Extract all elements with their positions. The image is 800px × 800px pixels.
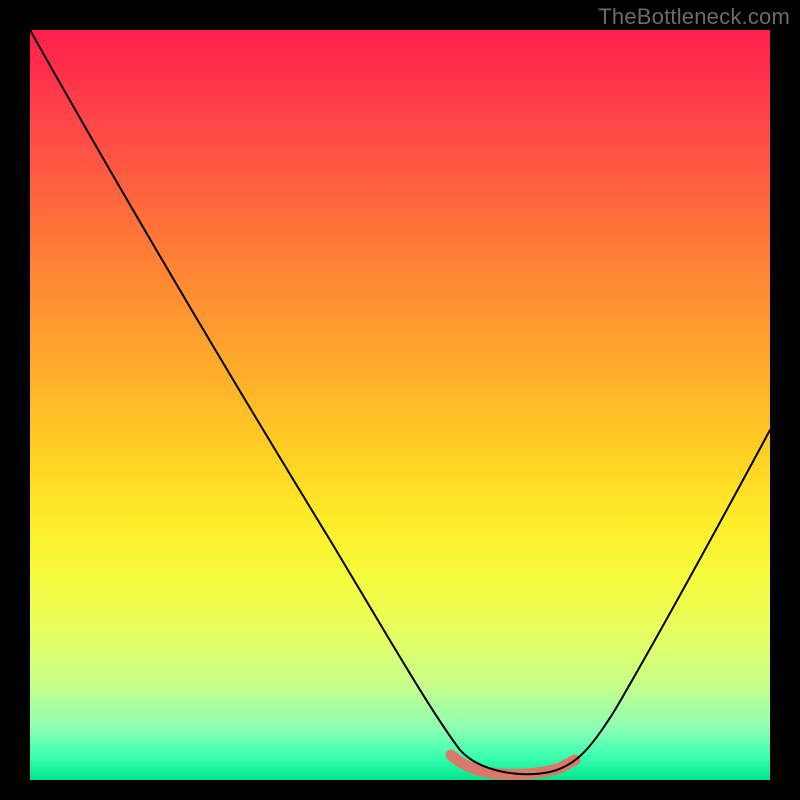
plot-area bbox=[30, 30, 770, 780]
watermark-text: TheBottleneck.com bbox=[598, 4, 790, 30]
chart-svg bbox=[30, 30, 770, 780]
bottleneck-curve-line bbox=[30, 30, 770, 774]
chart-frame: TheBottleneck.com bbox=[0, 0, 800, 800]
